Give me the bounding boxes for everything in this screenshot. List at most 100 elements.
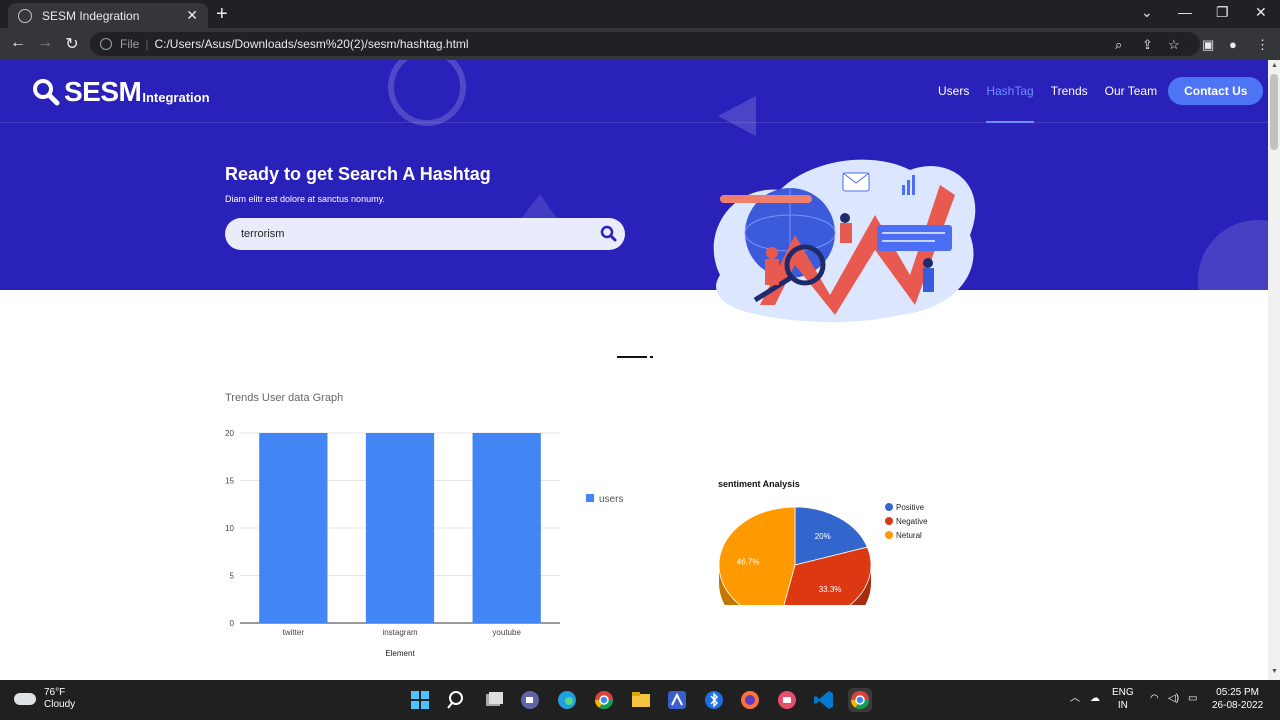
bar	[259, 433, 328, 623]
tab-close-icon[interactable]: ✕	[186, 7, 198, 24]
hero-subtitle: Diam elitr est dolore at sanctus nonumy.	[225, 194, 385, 204]
y-tick-label: 20	[225, 429, 234, 438]
scroll-up-icon[interactable]: ▲	[1271, 62, 1278, 69]
zoom-icon[interactable]: ⌕	[1115, 37, 1122, 53]
tray-chevron-icon[interactable]: ︿	[1070, 692, 1080, 705]
header-divider	[0, 122, 1268, 123]
weather-condition: Cloudy	[44, 699, 76, 710]
x-axis-label: Element	[385, 649, 415, 658]
language-indicator[interactable]: ENG IN	[1112, 686, 1134, 712]
hero-title: Ready to get Search A Hashtag	[225, 164, 491, 184]
logo-text: SESM	[64, 76, 142, 107]
menu-icon[interactable]: ⋮	[1256, 37, 1269, 53]
volume-icon[interactable]: ◁)	[1168, 692, 1179, 705]
chrome-profile-icon[interactable]	[592, 688, 616, 712]
forward-icon[interactable]: →	[35, 34, 55, 52]
battery-icon[interactable]: ▭	[1188, 692, 1197, 705]
legend-swatch	[586, 494, 594, 502]
app-icon[interactable]	[665, 688, 689, 712]
reload-icon[interactable]: ↻	[62, 34, 82, 54]
file-label: File	[120, 37, 140, 51]
nav-our-team[interactable]: Our Team	[1105, 78, 1157, 104]
url-separator: |	[145, 37, 149, 51]
y-tick-label: 10	[225, 524, 234, 533]
logo-subtext: Integration	[142, 90, 210, 105]
pie-value-label: 33.3%	[819, 585, 842, 594]
side-panel-icon[interactable]: ▣	[1202, 37, 1214, 53]
back-icon[interactable]: ←	[8, 34, 28, 52]
vscode-icon[interactable]	[812, 688, 836, 712]
decorative-triangle-small	[520, 194, 558, 220]
tab-search-icon[interactable]: ⌄	[1141, 4, 1153, 21]
minimize-button[interactable]: —	[1178, 4, 1192, 20]
y-tick-label: 15	[225, 477, 234, 486]
nav-users[interactable]: Users	[938, 78, 969, 104]
hashtag-search-box[interactable]: terrorism	[225, 218, 625, 250]
section-divider	[617, 356, 647, 358]
page-scrollbar[interactable]: ▲ ▼	[1268, 60, 1280, 680]
legend-label: Positive	[896, 503, 925, 512]
onedrive-icon[interactable]: ☁	[1090, 692, 1100, 705]
region-code: IN	[1117, 700, 1128, 711]
media-app-icon[interactable]	[775, 688, 799, 712]
site-logo[interactable]: SESM Integration	[32, 78, 210, 106]
maximize-button[interactable]: ❐	[1216, 4, 1229, 21]
profile-icon[interactable]: ●	[1229, 37, 1237, 52]
task-view-icon[interactable]	[482, 688, 506, 712]
search-input[interactable]: terrorism	[241, 228, 593, 240]
wifi-icon[interactable]: ◠	[1150, 692, 1159, 705]
firefox-icon[interactable]	[738, 688, 762, 712]
address-bar[interactable]: File | C:/Users/Asus/Downloads/sesm%20(2…	[90, 32, 1200, 56]
clock-time: 05:25 PM	[1216, 687, 1259, 698]
y-tick-label: 0	[230, 619, 235, 628]
scrollbar-thumb[interactable]	[1270, 74, 1278, 150]
globe-icon	[18, 8, 32, 23]
bar	[472, 433, 541, 623]
clock-date: 26-08-2022	[1212, 700, 1264, 711]
pie-slice	[718, 506, 796, 605]
page-content: SESM Integration Users HashTag Trends Ou…	[0, 60, 1268, 680]
scroll-down-icon[interactable]: ▼	[1271, 668, 1278, 675]
legend-swatch	[885, 517, 893, 525]
share-icon[interactable]: ⇪	[1142, 37, 1153, 53]
pie-value-label: 46.7%	[737, 557, 760, 566]
x-tick-label: instagram	[382, 628, 417, 637]
legend-swatch	[885, 503, 893, 511]
language-code: ENG	[1112, 687, 1134, 698]
weather-temp: 76°F	[44, 687, 66, 698]
bookmark-star-icon[interactable]: ☆	[1168, 37, 1180, 53]
windows-start-icon[interactable]	[408, 688, 432, 712]
tab-title: SESM Indegration	[42, 8, 140, 23]
new-tab-button[interactable]: +	[216, 4, 228, 24]
weather-widget[interactable]: 76°F Cloudy	[14, 687, 75, 711]
clock[interactable]: 05:25 PM 26-08-2022	[1212, 686, 1263, 712]
edge-icon[interactable]	[555, 688, 579, 712]
chrome-icon[interactable]	[848, 688, 872, 712]
x-tick-label: twitter	[283, 628, 305, 637]
nav-trends[interactable]: Trends	[1051, 78, 1088, 104]
pie-value-label: 20%	[815, 532, 831, 541]
info-icon[interactable]	[100, 38, 112, 50]
close-window-button[interactable]: ✕	[1255, 4, 1267, 21]
hero-section: SESM Integration Users HashTag Trends Ou…	[0, 60, 1268, 290]
decorative-half-circle	[1198, 220, 1268, 290]
bar	[365, 433, 435, 623]
bar-chart: 0 5 10 15 20 twitter instagram youtube Element us…	[225, 429, 623, 658]
teams-chat-icon[interactable]	[518, 688, 542, 712]
bluetooth-icon[interactable]	[702, 688, 726, 712]
windows-taskbar: 76°F Cloudy ︿ ☁ ENG IN ◠ ◁) ▭ 05:25 PM 2…	[0, 680, 1280, 720]
section-divider-dot	[650, 356, 653, 358]
contact-us-button[interactable]: Contact Us	[1168, 77, 1264, 105]
decorative-circle	[388, 60, 466, 126]
legend-swatch	[885, 531, 893, 539]
y-tick-label: 5	[230, 572, 235, 581]
nav-hashtag[interactable]: HashTag	[986, 78, 1035, 123]
decorative-triangle	[718, 96, 756, 136]
file-explorer-icon[interactable]	[629, 688, 653, 712]
browser-tab[interactable]: SESM Indegration ✕	[8, 3, 208, 28]
search-taskbar-icon[interactable]	[445, 688, 469, 712]
legend-label: Netural	[896, 531, 922, 540]
legend-label: users	[599, 494, 623, 505]
url-text[interactable]: C:/Users/Asus/Downloads/sesm%20(2)/sesm/…	[154, 37, 468, 51]
search-submit-icon[interactable]	[593, 218, 625, 250]
